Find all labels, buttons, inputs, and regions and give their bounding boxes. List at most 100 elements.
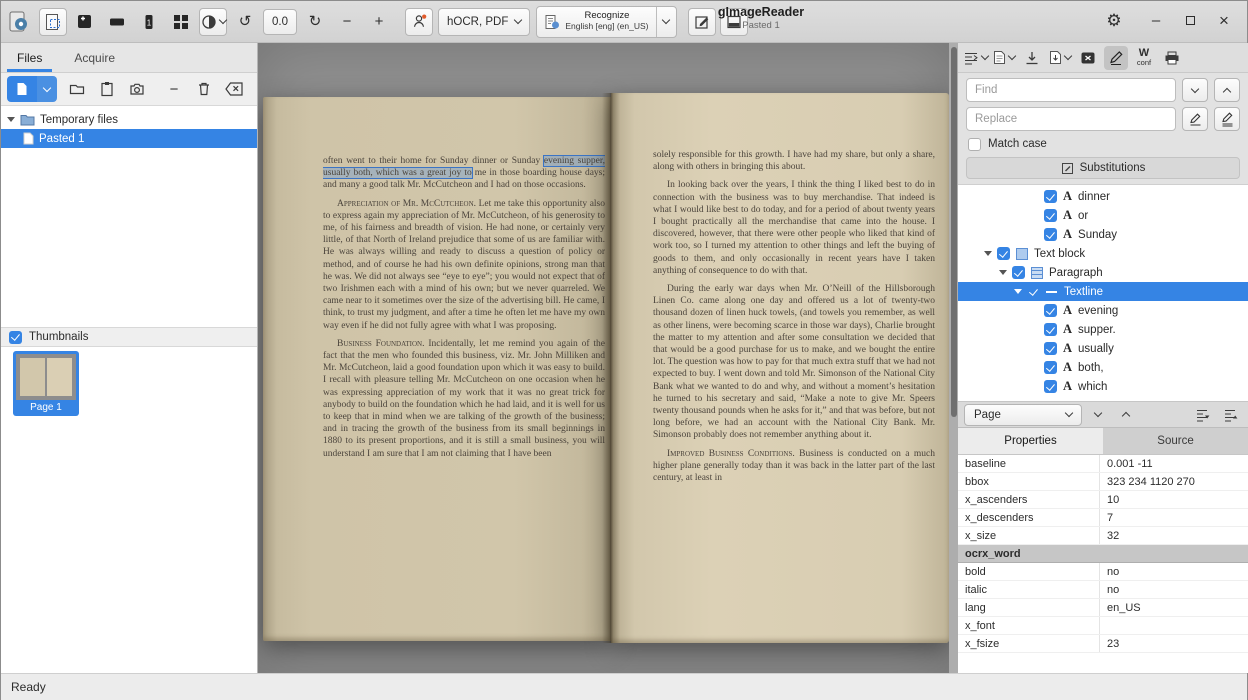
remove-image-button[interactable]: − (161, 76, 187, 102)
property-value[interactable]: 7 (1100, 509, 1248, 526)
property-value[interactable]: 10 (1100, 491, 1248, 508)
book-paragraph: Improved Business Conditions. Business i… (653, 448, 935, 485)
find-replace-toggle[interactable] (1104, 46, 1128, 70)
settings-button[interactable]: ⚙ (1099, 5, 1129, 35)
open-folder-button[interactable] (64, 76, 90, 102)
paste-button[interactable] (94, 76, 120, 102)
recognize-language-dropdown[interactable] (656, 7, 676, 37)
recognize-main[interactable]: Recognize English [eng] (en_US) (537, 7, 655, 37)
expander-icon[interactable] (999, 270, 1007, 275)
close-button[interactable]: × (1209, 5, 1239, 35)
import-hocr-button[interactable] (1020, 46, 1044, 70)
checkbox[interactable] (997, 247, 1010, 260)
checkbox[interactable] (1044, 380, 1057, 393)
hocr-paragraph-item[interactable]: Paragraph (958, 263, 1248, 282)
checkbox[interactable] (1044, 228, 1057, 241)
hocr-word-item[interactable]: Awhich (958, 377, 1248, 396)
thumbnail-page-1[interactable]: Page 1 (13, 351, 79, 416)
tab-properties[interactable]: Properties (958, 428, 1103, 454)
layout-horizontal-button[interactable] (103, 8, 131, 36)
collapse-all-button[interactable] (1190, 404, 1214, 426)
tree-item-temporary-files[interactable]: Temporary files (1, 110, 257, 129)
zoom-in-button[interactable]: + (365, 8, 393, 36)
preview-button[interactable] (1160, 46, 1184, 70)
grid-view-button[interactable] (167, 8, 195, 36)
word-confidence-toggle[interactable]: Wconf (1132, 46, 1156, 70)
ocr-mode-select[interactable]: hOCR, PDF (438, 8, 530, 36)
rotate-left-button[interactable]: ↺ (231, 8, 259, 36)
property-value[interactable]: no (1100, 563, 1248, 580)
property-value[interactable]: 323 234 1120 270 (1100, 473, 1248, 490)
expander-icon[interactable] (1014, 289, 1022, 294)
image-controls-button[interactable] (199, 8, 227, 36)
property-value[interactable]: 0.001 -11 (1100, 455, 1248, 472)
checkbox[interactable] (1044, 323, 1057, 336)
hocr-word-item[interactable]: Asupper. (958, 320, 1248, 339)
find-next-button[interactable] (1182, 78, 1208, 102)
maximize-button[interactable] (1175, 5, 1205, 35)
checkbox[interactable] (1044, 361, 1057, 374)
single-page-view-button[interactable]: 1 (135, 8, 163, 36)
property-value[interactable]: no (1100, 581, 1248, 598)
minimize-button[interactable]: – (1141, 5, 1171, 35)
hocr-word-item[interactable]: Aboth, (958, 358, 1248, 377)
substitutions-button[interactable]: Substitutions (966, 157, 1240, 179)
recognize-button[interactable]: Recognize English [eng] (en_US) (536, 6, 676, 38)
tab-files[interactable]: Files (1, 43, 58, 72)
zoom-out-button[interactable]: − (333, 8, 361, 36)
property-value[interactable]: 23 (1100, 635, 1248, 652)
expander-icon[interactable] (984, 251, 992, 256)
find-input[interactable] (966, 78, 1176, 102)
add-images-dropdown[interactable] (37, 76, 57, 102)
expander-icon[interactable] (7, 117, 15, 122)
tree-item-pasted-1[interactable]: Pasted 1 (1, 129, 257, 148)
substitute-all-button[interactable] (1214, 107, 1240, 131)
hocr-word-item[interactable]: Aevening (958, 301, 1248, 320)
property-row: bbox323 234 1120 270 (958, 473, 1248, 491)
screenshot-button[interactable] (124, 76, 150, 102)
recognizer-settings-button[interactable] (405, 8, 433, 36)
prev-page-button[interactable] (1114, 404, 1138, 426)
hocr-word-item[interactable]: Aor (958, 206, 1248, 225)
rotate-right-button[interactable]: ↻ (301, 8, 329, 36)
clear-output-button[interactable] (1076, 46, 1100, 70)
hocr-word-item[interactable]: Ausually (958, 339, 1248, 358)
checkbox[interactable] (1012, 266, 1025, 279)
checkbox[interactable] (1044, 209, 1057, 222)
property-value[interactable]: 32 (1100, 527, 1248, 544)
replace-input[interactable] (966, 107, 1176, 131)
canvas-scrollbar[interactable] (949, 43, 958, 673)
delete-image-button[interactable] (191, 76, 217, 102)
word-icon: A (1063, 304, 1072, 317)
rotation-angle-spinbox[interactable]: 0.0 (263, 9, 297, 35)
property-value[interactable]: en_US (1100, 599, 1248, 616)
export-hocr-button[interactable] (1048, 46, 1072, 70)
match-case-checkbox[interactable] (968, 138, 981, 151)
hocr-word-item[interactable]: ASunday (958, 225, 1248, 244)
open-hocr-button[interactable] (992, 46, 1016, 70)
thumbnails-checkbox[interactable] (9, 331, 22, 344)
image-canvas[interactable]: often went to their home for Sunday dinn… (258, 43, 949, 673)
expand-all-button[interactable] (1218, 404, 1242, 426)
checkbox[interactable] (1044, 342, 1057, 355)
add-images-button[interactable] (7, 76, 37, 102)
hocr-block-item[interactable]: Text block (958, 244, 1248, 263)
tab-source[interactable]: Source (1103, 428, 1248, 454)
page-select[interactable]: Page (964, 404, 1082, 426)
hocr-word-item[interactable]: Adinner (958, 187, 1248, 206)
thumbnails-list: Page 1 (1, 347, 257, 673)
add-page-button[interactable] (71, 8, 99, 36)
checkbox[interactable] (1027, 285, 1040, 298)
hocr-textline-item-selected[interactable]: Textline (958, 282, 1248, 301)
clear-images-button[interactable] (221, 76, 247, 102)
find-prev-button[interactable] (1214, 78, 1240, 102)
scrollbar-thumb[interactable] (951, 47, 957, 417)
select-region-button[interactable] (39, 8, 67, 36)
tab-acquire[interactable]: Acquire (58, 43, 131, 72)
insert-mode-button[interactable] (963, 46, 988, 70)
substitute-button[interactable] (1182, 107, 1208, 131)
next-page-button[interactable] (1086, 404, 1110, 426)
checkbox[interactable] (1044, 304, 1057, 317)
checkbox[interactable] (1044, 190, 1057, 203)
property-value[interactable] (1100, 617, 1248, 634)
